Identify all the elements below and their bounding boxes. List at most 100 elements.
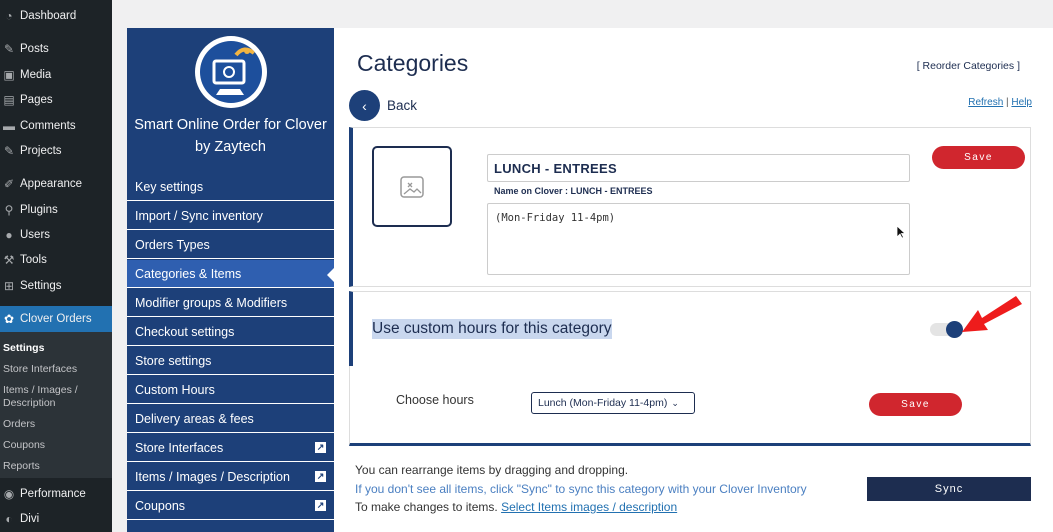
custom-hours-card: Use custom hours for this category [349,291,1031,366]
wp-menu-clover-orders[interactable]: ✿ Clover Orders [0,306,112,332]
plugin-nav-label: Checkout settings [135,324,235,339]
brush-icon: ✐ [3,177,15,191]
wp-menu-tools[interactable]: ⚒ Tools [0,249,112,271]
wp-menu-media[interactable]: ▣ Media [0,64,112,86]
dashboard-icon: ◔ [5,9,13,23]
comment-icon: ▬ [3,119,15,133]
wp-menu-label: Dashboard [20,10,77,22]
divi-icon: ◐ [5,512,13,526]
red-arrow-annotation [962,296,1022,332]
refresh-link[interactable]: Refresh [968,97,1003,108]
clover-icon: ✿ [3,312,15,326]
wp-menu-label: Plugins [20,204,58,216]
pages-icon: ▤ [3,93,15,107]
wp-menu-projects[interactable]: ✎ Projects [0,140,112,162]
wp-menu-label: Performance [20,488,86,500]
hours-select[interactable]: Lunch (Mon-Friday 11-4pm) ⌄ [531,392,695,414]
custom-hours-label: Use custom hours for this category [372,319,612,339]
plugin-nav-delivery[interactable]: Delivery areas & fees [127,405,334,433]
info-sync-text: If you don't see all items, click "Sync"… [355,482,807,496]
back-label[interactable]: Back [387,98,417,113]
plugin-nav-label: Categories & Items [135,266,242,281]
wp-menu-label: Pages [20,94,53,106]
plugin-nav-import-sync[interactable]: Import / Sync inventory [127,202,334,230]
wp-submenu: Settings Store Interfaces Items / Images… [0,332,112,478]
plugin-nav-store-interfaces[interactable]: Store Interfaces ↗ [127,434,334,462]
wp-menu-dashboard[interactable]: ◔ Dashboard [0,5,112,27]
pin-icon: ✎ [3,144,15,158]
media-icon: ▣ [3,68,15,82]
wp-submenu-settings[interactable]: Settings [3,342,108,355]
wp-admin-sidebar: ◔ Dashboard ✎ Posts ▣ Media ▤ Pages ▬ Co… [0,0,112,532]
info-items-text: To make changes to items. Select Items i… [355,500,677,514]
back-button[interactable]: ‹ [349,90,380,121]
plugin-nav-label: Store settings [135,353,212,368]
plugin-title: Smart Online Order for Clover by Zaytech [134,117,327,155]
external-link-icon: ↗ [315,442,326,453]
wrench-icon: ⚒ [3,253,15,267]
plugin-nav-label: Delivery areas & fees [135,411,254,426]
wp-menu-comments[interactable]: ▬ Comments [0,115,112,137]
user-icon: ● [5,228,13,242]
wp-menu-settings[interactable]: ⊞ Settings [0,275,112,297]
wp-submenu-store-interfaces[interactable]: Store Interfaces [3,363,108,376]
category-description-textarea[interactable]: (Mon-Friday 11-4pm) [487,203,910,275]
wp-menu-label: Projects [20,145,62,157]
wp-menu-label: Appearance [20,178,83,190]
plugin-nav-modifiers[interactable]: Modifier groups & Modifiers [127,289,334,317]
wp-menu-label: Settings [20,280,62,292]
settings-icon: ⊞ [3,279,15,293]
sync-button[interactable]: Sync [867,477,1031,501]
plugin-nav-categories-items[interactable]: Categories & Items [127,260,334,288]
wp-menu-appearance[interactable]: ✐ Appearance [0,173,112,195]
clover-name-label: Name on Clover : LUNCH - ENTREES [494,186,653,196]
choose-hours-label: Choose hours [396,393,474,407]
pin-icon: ✎ [3,42,15,56]
wp-submenu-items-images[interactable]: Items / Images / Description [3,384,108,410]
plugin-nav-orders-types[interactable]: Orders Types [127,231,334,259]
main-content: Categories [ Reorder Categories ] ‹ Back… [334,28,1053,532]
chevron-down-icon: ⌄ [671,397,679,408]
plugin-nav-custom-hours[interactable]: Custom Hours [127,376,334,404]
wp-submenu-orders[interactable]: Orders [3,418,108,431]
choose-hours-section: Choose hours Lunch (Mon-Friday 11-4pm) ⌄… [349,366,1031,446]
mouse-cursor-icon [896,225,906,239]
plugin-nav-label: Import / Sync inventory [135,208,263,223]
image-placeholder-icon [400,175,424,198]
wp-menu-divi[interactable]: ◐ Divi [0,508,112,530]
category-image-placeholder[interactable] [372,146,452,227]
external-link-icon: ↗ [315,500,326,511]
wp-menu-label: Comments [20,120,76,132]
wp-menu-label: Media [20,69,52,81]
plugin-nav-coupons[interactable]: Coupons ↗ [127,492,334,520]
wp-menu-performance[interactable]: ◉ Performance [0,483,112,505]
reorder-categories-link[interactable]: [ Reorder Categories ] [917,60,1020,72]
plugin-nav-label: Items / Images / Description [135,469,290,484]
wp-menu-label: Tools [20,254,47,266]
save-category-button[interactable]: Save [932,146,1025,169]
active-pointer-icon [327,268,334,282]
hours-select-value: Lunch (Mon-Friday 11-4pm) [538,397,668,409]
wp-menu-pages[interactable]: ▤ Pages [0,89,112,111]
plugin-nav-key-settings[interactable]: Key settings [127,173,334,201]
info-items-prefix: To make changes to items. [355,500,498,514]
help-link[interactable]: Help [1011,97,1032,108]
select-items-link[interactable]: Select Items images / description [501,500,677,514]
plugin-nav-label: Store Interfaces [135,440,224,455]
plugin-nav-items-images[interactable]: Items / Images / Description ↗ [127,463,334,491]
wp-submenu-coupons[interactable]: Coupons [3,439,108,452]
wp-submenu-reports[interactable]: Reports [3,460,108,473]
refresh-help-links: Refresh | Help [968,97,1032,108]
plugin-nav-store-settings[interactable]: Store settings [127,347,334,375]
category-name-input[interactable]: LUNCH - ENTREES [487,154,910,182]
custom-hours-toggle[interactable] [930,321,963,338]
wp-menu-users[interactable]: ● Users [0,224,112,246]
wp-menu-label: Clover Orders [20,313,92,325]
wp-menu-plugins[interactable]: ⚲ Plugins [0,199,112,221]
save-hours-button[interactable]: Save [869,393,962,416]
chevron-left-icon: ‹ [362,97,367,114]
plugin-nav-checkout[interactable]: Checkout settings [127,318,334,346]
wp-menu-label: Users [20,229,51,241]
plugin-nav-label: Orders Types [135,237,210,252]
wp-menu-posts[interactable]: ✎ Posts [0,38,112,60]
